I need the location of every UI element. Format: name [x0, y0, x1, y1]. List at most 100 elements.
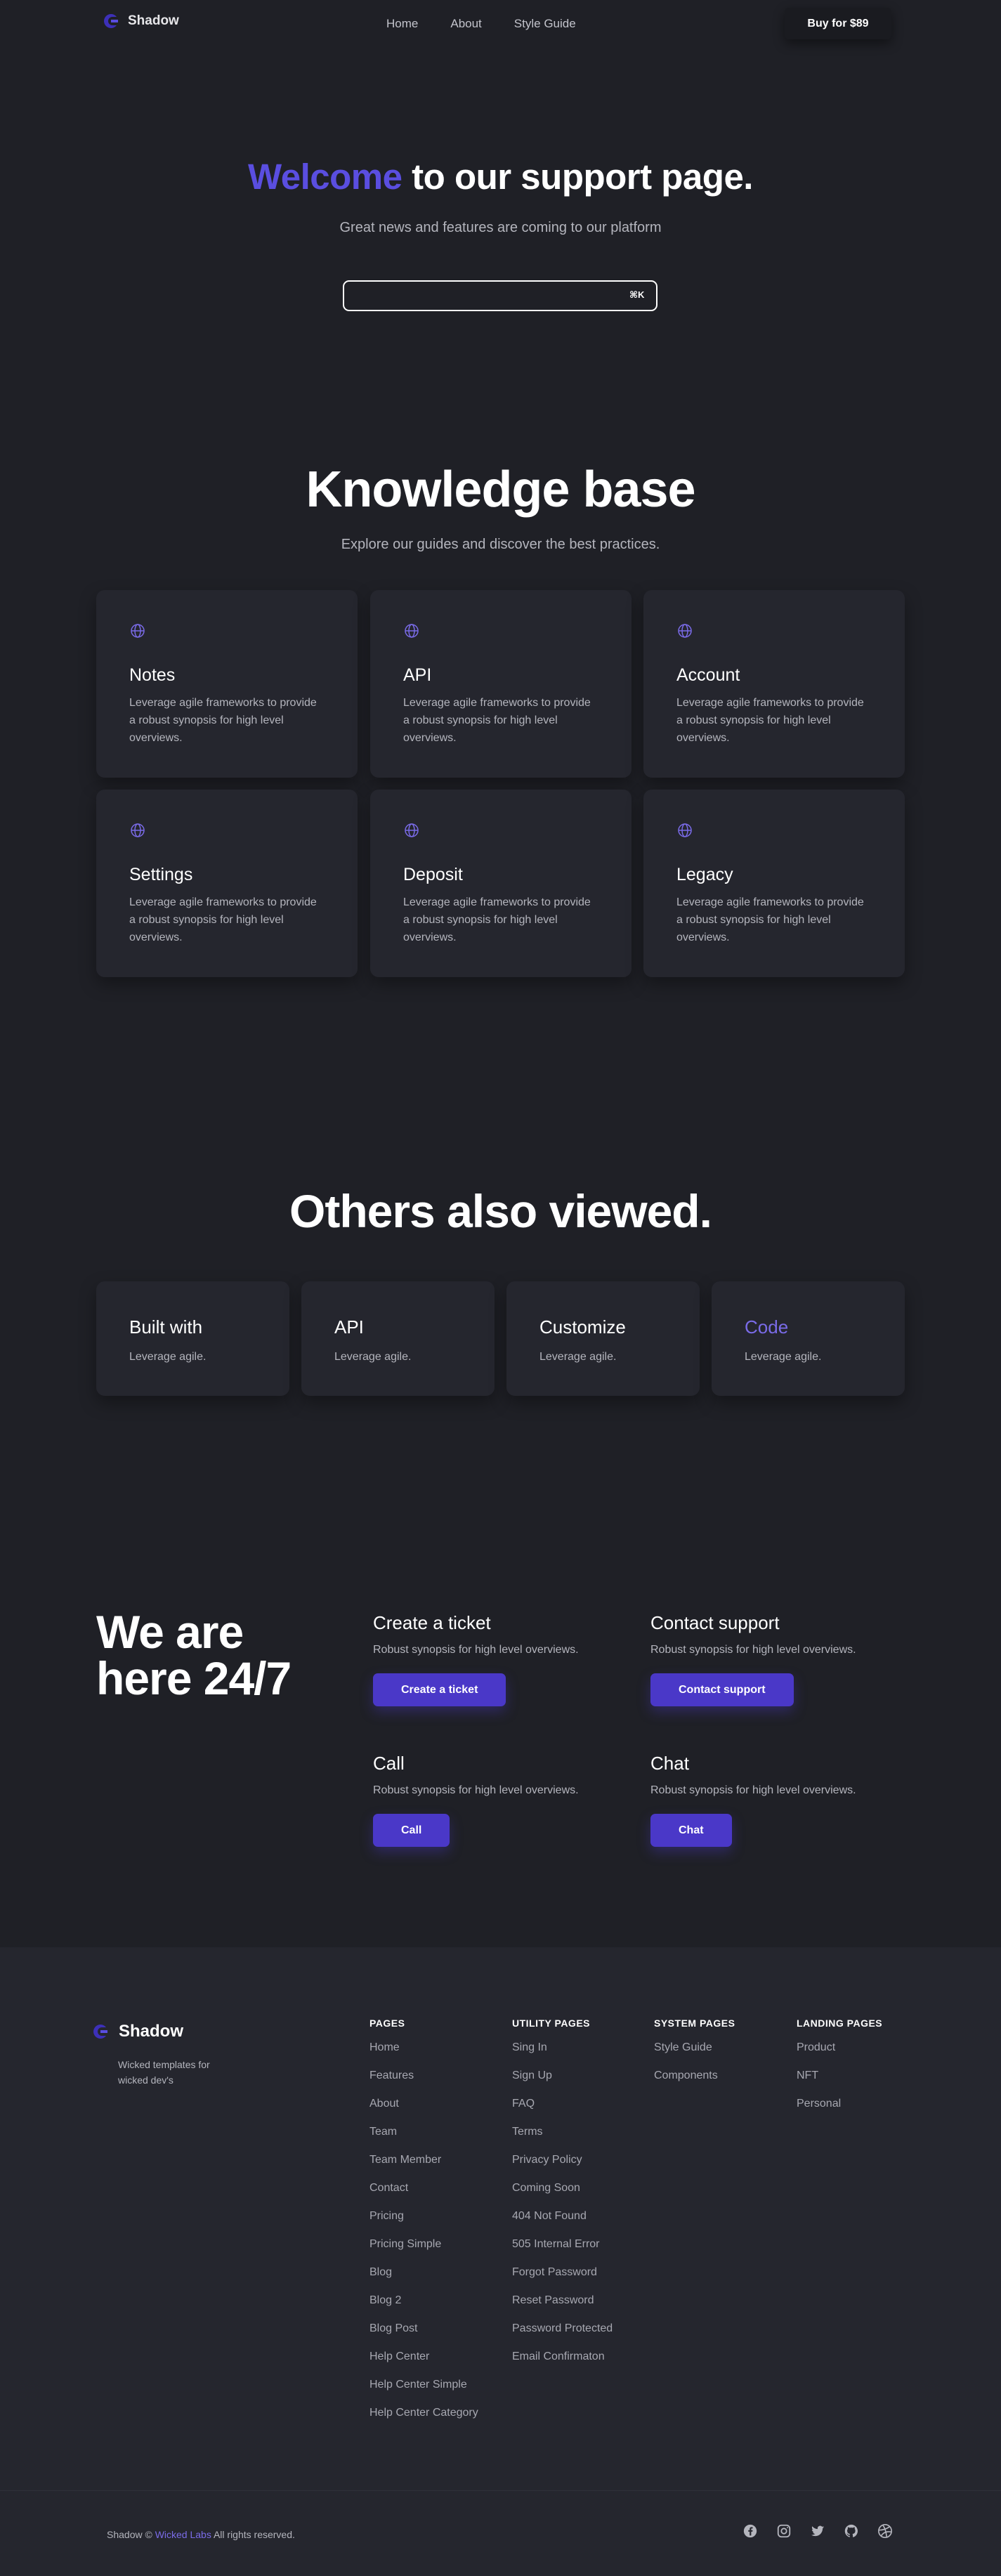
footer-link[interactable]: Privacy Policy — [512, 2152, 613, 2181]
footer-link[interactable]: FAQ — [512, 2096, 613, 2124]
instagram-icon[interactable] — [776, 2523, 792, 2539]
footer-link[interactable]: Features — [369, 2068, 478, 2096]
globe-icon — [405, 823, 419, 837]
github-icon[interactable] — [844, 2523, 859, 2539]
buy-button[interactable]: Buy for $89 — [785, 8, 891, 39]
search-input[interactable] — [343, 280, 657, 311]
footer-brand-logo[interactable]: Shadow — [92, 2022, 183, 2041]
kb-card-account[interactable]: Account Leverage agile frameworks to pro… — [643, 590, 905, 778]
footer-link[interactable]: Pricing — [369, 2209, 478, 2237]
kb-card-title: Deposit — [403, 865, 463, 884]
footer-link[interactable]: Sing In — [512, 2040, 613, 2068]
footer-link[interactable]: Reset Password — [512, 2293, 613, 2321]
footer-link[interactable]: Product — [797, 2040, 882, 2068]
footer-column-utility: UTILITY PAGES Sing In Sign Up FAQ Terms … — [512, 2018, 613, 2377]
footer-column-heading: LANDING PAGES — [797, 2018, 883, 2029]
dribbble-icon[interactable] — [877, 2523, 893, 2539]
footer-column-heading: UTILITY PAGES — [512, 2018, 590, 2029]
footer-link[interactable]: NFT — [797, 2068, 882, 2096]
footer-link[interactable]: Blog Post — [369, 2321, 478, 2349]
footer-tagline: Wicked templates for wicked dev's — [118, 2059, 210, 2086]
others-card-built-with[interactable]: Built with Leverage agile. — [96, 1281, 289, 1396]
globe-icon — [678, 823, 692, 837]
copyright-link[interactable]: Wicked Labs — [155, 2529, 211, 2540]
footer-link[interactable]: Forgot Password — [512, 2265, 613, 2293]
support-item-title: Chat — [650, 1753, 689, 1774]
nav-link-about[interactable]: About — [450, 17, 481, 31]
footer-link[interactable]: Blog — [369, 2265, 478, 2293]
others-card-customize[interactable]: Customize Leverage agile. — [506, 1281, 700, 1396]
kb-card-deposit[interactable]: Deposit Leverage agile frameworks to pro… — [370, 790, 632, 977]
kb-card-title: Notes — [129, 665, 176, 685]
others-card-api[interactable]: API Leverage agile. — [301, 1281, 495, 1396]
others-card-title: Customize — [539, 1316, 626, 1338]
support-item-contact: Contact support Robust synopsis for high… — [650, 1612, 856, 1706]
footer-link[interactable]: Blog 2 — [369, 2293, 478, 2321]
footer-link[interactable]: Components — [654, 2068, 735, 2096]
kb-card-legacy[interactable]: Legacy Leverage agile frameworks to prov… — [643, 790, 905, 977]
footer-link[interactable]: Contact — [369, 2181, 478, 2209]
kb-card-settings[interactable]: Settings Leverage agile frameworks to pr… — [96, 790, 358, 977]
footer-link[interactable]: Personal — [797, 2096, 882, 2124]
search-shortcut: ⌘K — [629, 289, 645, 300]
footer-link[interactable]: 404 Not Found — [512, 2209, 613, 2237]
logo-icon — [104, 14, 118, 28]
others-card-title: Built with — [129, 1316, 203, 1338]
kb-card-notes[interactable]: Notes Leverage agile frameworks to provi… — [96, 590, 358, 778]
call-button[interactable]: Call — [373, 1814, 450, 1847]
others-card-title: API — [334, 1316, 364, 1338]
footer: Shadow Wicked templates for wicked dev's… — [0, 1947, 1001, 2576]
globe-icon — [405, 624, 419, 638]
footer-link[interactable]: Help Center Simple — [369, 2377, 478, 2405]
footer-link[interactable]: Help Center Category — [369, 2405, 478, 2433]
kb-card-title: Legacy — [676, 865, 733, 884]
kb-card-api[interactable]: API Leverage agile frameworks to provide… — [370, 590, 632, 778]
footer-link[interactable]: Email Confirmaton — [512, 2349, 613, 2377]
copyright: Shadow © Wicked Labs All rights reserved… — [107, 2529, 295, 2540]
footer-link[interactable]: Style Guide — [654, 2040, 735, 2068]
others-card-code[interactable]: Code Leverage agile. — [712, 1281, 905, 1396]
kb-card-text: Leverage agile frameworks to provide a r… — [403, 697, 591, 744]
footer-link[interactable]: About — [369, 2096, 478, 2124]
footer-column-heading: PAGES — [369, 2018, 405, 2029]
footer-link[interactable]: Password Protected — [512, 2321, 613, 2349]
support-item-text: Robust synopsis for high level overviews… — [373, 1784, 579, 1796]
footer-link[interactable]: Coming Soon — [512, 2181, 613, 2209]
nav-link-style-guide[interactable]: Style Guide — [514, 17, 576, 31]
contact-support-button[interactable]: Contact support — [650, 1673, 794, 1706]
others-card-title: Code — [745, 1316, 789, 1338]
support-item-title: Contact support — [650, 1612, 780, 1633]
globe-icon — [131, 624, 145, 638]
facebook-icon[interactable] — [742, 2523, 758, 2539]
footer-link[interactable]: Sign Up — [512, 2068, 613, 2096]
chat-button[interactable]: Chat — [650, 1814, 732, 1847]
kb-card-text: Leverage agile frameworks to provide a r… — [676, 896, 864, 943]
support-item-title: Create a ticket — [373, 1612, 491, 1633]
others-card-text: Leverage agile. — [334, 1351, 412, 1363]
brand-logo[interactable]: Shadow — [103, 13, 179, 30]
top-nav: Shadow Home About Style Guide Buy for $8… — [0, 0, 1001, 48]
nav-link-home[interactable]: Home — [386, 17, 418, 31]
footer-link[interactable]: Help Center — [369, 2349, 478, 2377]
hero-title-accent: Welcome — [248, 157, 403, 197]
globe-icon — [131, 823, 145, 837]
footer-link[interactable]: Pricing Simple — [369, 2237, 478, 2265]
create-ticket-button[interactable]: Create a ticket — [373, 1673, 506, 1706]
footer-column-landing: LANDING PAGES Product NFT Personal — [797, 2018, 882, 2124]
twitter-icon[interactable] — [810, 2523, 825, 2539]
footer-link[interactable]: Terms — [512, 2124, 613, 2152]
kb-card-text: Leverage agile frameworks to provide a r… — [403, 896, 591, 943]
support-item-text: Robust synopsis for high level overviews… — [650, 1644, 856, 1656]
footer-column-heading: SYSTEM PAGES — [654, 2018, 735, 2029]
hero-title-rest: to our support page. — [402, 157, 753, 197]
footer-link[interactable]: Team — [369, 2124, 478, 2152]
brand-name: Shadow — [128, 13, 179, 28]
support-item-title: Call — [373, 1753, 405, 1774]
others-viewed-title: Others also viewed. — [289, 1185, 712, 1237]
footer-link[interactable]: Team Member — [369, 2152, 478, 2181]
footer-link[interactable]: Home — [369, 2040, 478, 2068]
logo-icon — [93, 2025, 107, 2039]
footer-link[interactable]: 505 Internal Error — [512, 2237, 613, 2265]
kb-card-text: Leverage agile frameworks to provide a r… — [129, 896, 317, 943]
support-item-text: Robust synopsis for high level overviews… — [373, 1644, 579, 1656]
